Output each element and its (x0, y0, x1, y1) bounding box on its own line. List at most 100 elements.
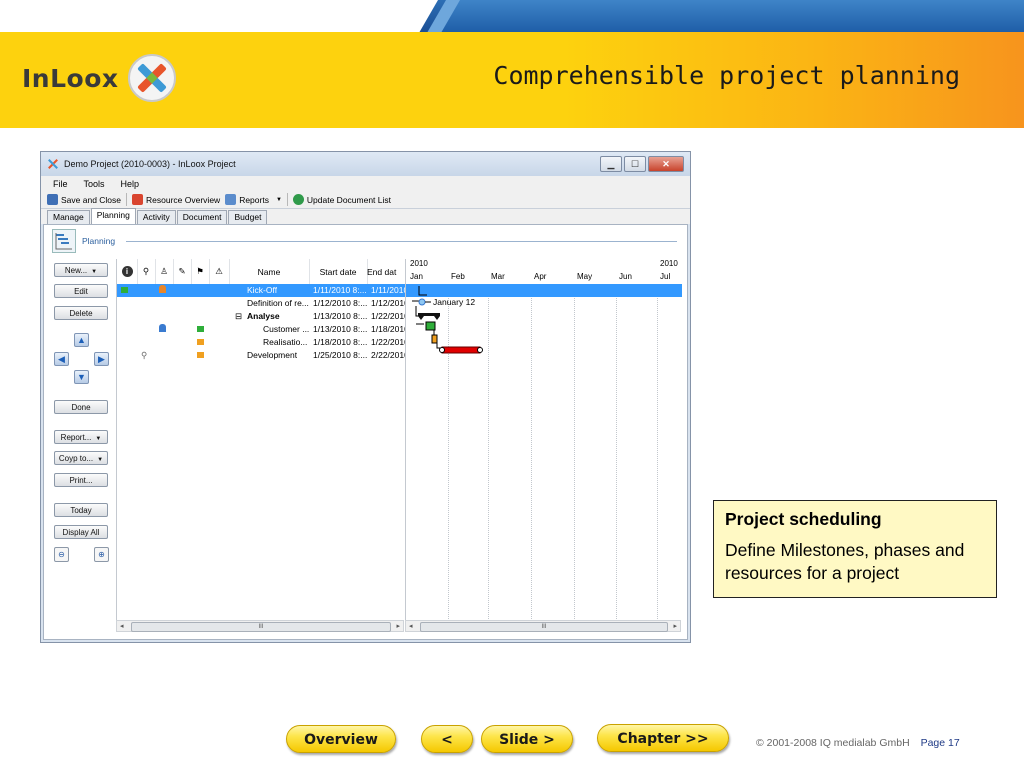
gantt-chart: 2010 2010 Jan Feb Mar Apr May Jun Jul Ja… (405, 259, 682, 629)
year-label: 2010 (660, 259, 678, 268)
arrow-right-icon: ▶ (98, 354, 105, 364)
edit-button[interactable]: Edit (54, 284, 108, 298)
planning-icon (52, 229, 76, 253)
menu-help[interactable]: Help (121, 179, 140, 189)
zoom-out-button[interactable]: ⊖ (54, 547, 69, 562)
task-name: Development (247, 350, 298, 360)
done-button[interactable]: Done (54, 400, 108, 414)
task-start: 1/25/2010 8:... (313, 350, 368, 360)
update-docs-button[interactable]: Update Document List (292, 194, 391, 205)
table-row[interactable]: Kick-Off 1/11/2010 8:... 1/11/2010 (117, 284, 405, 297)
menu-bar: File Tools Help (41, 176, 690, 191)
reports-label: Reports (239, 194, 269, 205)
prev-slide-button[interactable]: < (421, 725, 473, 753)
resource-overview-button[interactable]: Resource Overview (132, 194, 220, 205)
report-label: Report... (60, 433, 92, 442)
end-col-header[interactable]: End dat (367, 259, 406, 284)
window-title: Demo Project (2010-0003) - InLoox Projec… (64, 159, 236, 169)
start-col-header[interactable]: Start date (309, 259, 368, 284)
zoom-out-icon: ⊖ (58, 550, 65, 559)
copyright-text: © 2001-2008 IQ medialab GmbH (756, 737, 910, 749)
name-col-header[interactable]: Name (229, 259, 310, 284)
close-button[interactable]: ✕ (648, 156, 684, 172)
report-button[interactable]: Report... ▼ (54, 430, 108, 444)
scroll-thumb[interactable]: III (131, 622, 391, 632)
task-name: Definition of re... (247, 298, 309, 308)
resource-icon (132, 194, 144, 205)
inloox-logo: InLoox (22, 50, 177, 106)
footer: © 2001-2008 IQ medialab GmbH Page 17 (756, 737, 960, 749)
scroll-right-icon[interactable]: ▸ (396, 622, 400, 630)
attachment-col-icon: ✎ (173, 259, 192, 284)
tab-document[interactable]: Document (176, 210, 228, 224)
task-name: Analyse (247, 311, 280, 321)
arrow-left-icon: ◀ (58, 354, 65, 364)
next-slide-button[interactable]: Slide > (481, 725, 573, 753)
zoom-in-icon: ⊕ (98, 550, 105, 559)
grid-hscrollbar[interactable]: ◂ III ▸ (116, 620, 404, 632)
logo-x-icon (127, 54, 176, 102)
month-label: Feb (451, 272, 465, 281)
overview-button[interactable]: Overview (286, 725, 396, 753)
display-all-button[interactable]: Display All (54, 525, 108, 539)
next-chapter-button[interactable]: Chapter >> (597, 724, 729, 752)
pin-col-icon: ⚲ (137, 259, 156, 284)
move-up-button[interactable]: ▲ (74, 333, 89, 347)
task-end: 1/12/2010 (371, 298, 405, 308)
tab-bar: Manage Planning Activity Document Budget (41, 208, 690, 224)
month-label: May (577, 272, 593, 281)
save-close-label: Save and Close (61, 194, 122, 205)
flag-icon (197, 349, 204, 362)
app-window: Demo Project (2010-0003) - InLoox Projec… (40, 151, 691, 643)
minimize-button[interactable]: ▁ (600, 156, 622, 172)
table-row[interactable]: ⚲ Development 1/25/2010 8:... 2/22/2010 (117, 349, 405, 362)
task-end: 1/22/2010 (371, 337, 405, 347)
move-left-button[interactable]: ◀ (54, 352, 69, 366)
arrow-up-icon: ▲ (77, 335, 86, 345)
save-close-button[interactable]: Save and Close (47, 194, 121, 205)
tab-budget[interactable]: Budget (228, 210, 268, 224)
print-button[interactable]: Print... (54, 473, 108, 487)
tab-manage[interactable]: Manage (47, 210, 90, 224)
task-name: Realisatio... (263, 337, 308, 347)
month-label: Jun (619, 272, 632, 281)
reports-icon (225, 194, 237, 205)
menu-tools[interactable]: Tools (84, 179, 105, 189)
arrow-down-icon: ▼ (77, 372, 86, 382)
planning-header: Planning (52, 229, 677, 253)
person-icon (159, 284, 166, 297)
refresh-icon (292, 194, 304, 205)
delete-button[interactable]: Delete (54, 306, 108, 320)
reports-button[interactable]: Reports ▼ (225, 194, 282, 205)
move-right-button[interactable]: ▶ (94, 352, 109, 366)
move-down-button[interactable]: ▼ (74, 370, 89, 384)
tab-planning[interactable]: Planning (90, 208, 136, 224)
scroll-left-icon[interactable]: ◂ (409, 622, 413, 630)
task-name: Kick-Off (247, 285, 278, 295)
menu-file[interactable]: File (53, 179, 68, 189)
tab-activity[interactable]: Activity (136, 210, 176, 224)
month-label: Mar (491, 272, 505, 281)
save-icon (47, 194, 58, 205)
task-grid: i ⚲ ♙ ✎ ⚑ ⚠ Name Start date End dat Kick… (116, 259, 406, 629)
table-row[interactable]: Definition of re... 1/12/2010 8:... 1/12… (117, 297, 405, 310)
pin-icon: ⚲ (141, 350, 148, 360)
table-row[interactable]: Customer ... 1/13/2010 8:... 1/18/2010 (117, 323, 405, 336)
gantt-hscrollbar[interactable]: ◂ III ▸ (405, 620, 681, 632)
callout-body: Define Milestones, phases and resources … (725, 540, 965, 583)
person-col-icon: ♙ (155, 259, 174, 284)
table-row[interactable]: Realisatio... 1/18/2010 8:... 1/22/2010 (117, 336, 405, 349)
new-button[interactable]: New... ▼ (54, 263, 108, 277)
info-callout: Project scheduling Define Milestones, ph… (713, 500, 997, 598)
toolbar: Save and Close Resource Overview Reports… (41, 191, 690, 209)
zoom-in-button[interactable]: ⊕ (94, 547, 109, 562)
scroll-left-icon[interactable]: ◂ (120, 622, 124, 630)
scroll-thumb[interactable]: III (420, 622, 668, 632)
task-end: 2/22/2010 (371, 350, 405, 360)
scroll-right-icon[interactable]: ▸ (673, 622, 677, 630)
today-button[interactable]: Today (54, 503, 108, 517)
table-row[interactable]: ⊟ Analyse 1/13/2010 8:... 1/22/2010 (117, 310, 405, 323)
maximize-button[interactable]: ☐ (624, 156, 646, 172)
copy-to-button[interactable]: Coyp to... ▼ (54, 451, 108, 465)
collapse-icon[interactable]: ⊟ (235, 310, 242, 323)
